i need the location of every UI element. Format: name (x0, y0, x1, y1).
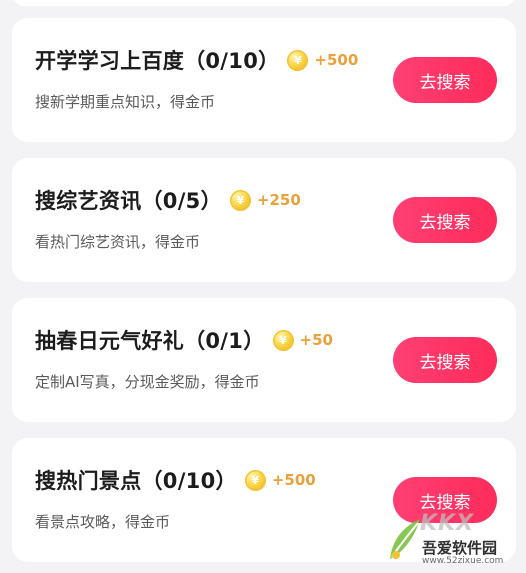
go-search-button[interactable]: 去搜索 (393, 57, 497, 103)
task-description: 定制AI写真，分现金奖励，得金币 (35, 373, 260, 391)
task-title-row: 搜热门景点（0/10） ¥ +500 (35, 465, 316, 495)
go-search-button[interactable]: 去搜索 (393, 197, 497, 243)
previous-task-card-edge (12, 0, 516, 6)
task-title: 开学学习上百度（0/10） (35, 49, 280, 73)
coin-reward: +250 (256, 191, 301, 209)
task-description: 看景点攻略，得金币 (35, 513, 171, 531)
task-title-row: 搜综艺资讯（0/5） ¥ +250 (35, 185, 301, 215)
leaf-logo-icon (390, 519, 420, 559)
task-description: 搜新学期重点知识，得金币 (35, 93, 216, 111)
task-title-row: 抽春日元气好礼（0/1） ¥ +50 (35, 325, 333, 355)
coin-reward: +50 (299, 331, 333, 349)
task-title-row: 开学学习上百度（0/10） ¥ +500 (35, 45, 358, 75)
go-search-button[interactable]: 去搜索 (393, 337, 497, 383)
coin-reward: +500 (271, 471, 316, 489)
coin-reward: +500 (314, 51, 359, 69)
gold-coin-icon: ¥ (272, 329, 294, 351)
task-card: 搜综艺资讯（0/5） ¥ +250 看热门综艺资讯，得金币 去搜索 (12, 158, 516, 282)
task-title: 搜综艺资讯（0/5） (35, 189, 222, 213)
task-card: 开学学习上百度（0/10） ¥ +500 搜新学期重点知识，得金币 去搜索 (12, 18, 516, 142)
watermark-url: www.52zixue.com (422, 556, 504, 566)
task-description: 看热门综艺资讯，得金币 (35, 233, 201, 251)
watermark-brand: KKX (420, 511, 475, 536)
gold-coin-icon: ¥ (287, 49, 309, 71)
watermark: KKX 吾爱软件园 www.52zixue.com (386, 509, 522, 569)
gold-coin-icon: ¥ (229, 189, 251, 211)
task-title: 搜热门景点（0/10） (35, 469, 237, 493)
task-card: 抽春日元气好礼（0/1） ¥ +50 定制AI写真，分现金奖励，得金币 去搜索 (12, 298, 516, 422)
watermark-site-name: 吾爱软件园 (422, 539, 498, 557)
task-title: 抽春日元气好礼（0/1） (35, 329, 265, 353)
gold-coin-icon: ¥ (244, 469, 266, 491)
